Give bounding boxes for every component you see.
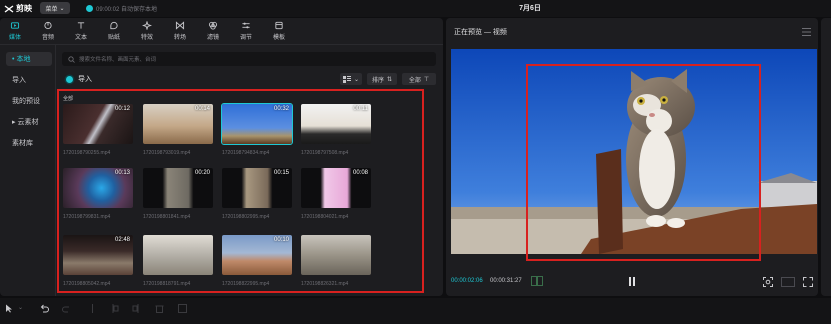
filter-icon: ⊤ [423, 76, 430, 83]
tab-audio[interactable]: 音频 [35, 21, 61, 41]
ratio-icon[interactable] [781, 277, 795, 287]
media-icon [10, 22, 20, 29]
tab-label: 滤镜 [206, 35, 219, 41]
audio-icon [44, 21, 52, 30]
sidebar-item-label: 云素材 [17, 119, 39, 126]
tab-transition[interactable]: 转场 [167, 21, 193, 41]
view-mode-button[interactable]: ⌄ [340, 73, 362, 85]
tab-adjust[interactable]: 调节 [233, 21, 259, 41]
sort-button[interactable]: 排序 ⇅ [367, 73, 397, 85]
tab-label: 贴纸 [107, 35, 120, 41]
grid-view-icon [342, 75, 351, 83]
tab-sticker[interactable]: 贴纸 [101, 21, 127, 41]
save-status-icon [86, 5, 93, 12]
properties-panel [821, 18, 831, 296]
sidebar-item[interactable]: 导入 [6, 73, 52, 87]
search-input[interactable]: 搜索文件名称、画面元素、台词 [62, 52, 436, 66]
divider [55, 45, 56, 296]
sidebar-item[interactable]: 我的预设 [6, 94, 52, 108]
player-title: 正在预览 — 视频 [454, 29, 507, 36]
menu-button[interactable]: 菜单 ⌄ [40, 2, 70, 14]
sidebar-bullet-icon: ▸ [12, 119, 16, 126]
menu-icon[interactable] [802, 28, 811, 36]
capcut-logo-icon [4, 4, 14, 13]
sidebar-bullet-icon: • [12, 55, 15, 63]
menu-label: 菜单 [45, 6, 58, 13]
split-right-icon[interactable] [132, 304, 141, 313]
save-status: 09:00:02 自动保存本地 [86, 3, 157, 14]
save-status-text: 09:00:02 自动保存本地 [96, 7, 158, 13]
media-toolbar: 媒体 音频 文本 贴纸 特效 转场 滤镜 调节 模板 [0, 18, 443, 43]
app-logo: 剪映 [4, 3, 32, 14]
app-name: 剪映 [16, 4, 32, 13]
redo-icon[interactable] [62, 304, 71, 313]
sticker-icon [110, 21, 118, 30]
sidebar-item-label: 本地 [16, 56, 31, 63]
tab-label: 文本 [74, 35, 87, 41]
sort-label: 排序 [371, 77, 384, 84]
delete-icon[interactable] [155, 304, 164, 313]
split-icon[interactable] [88, 304, 97, 313]
tab-template[interactable]: 模板 [266, 21, 292, 41]
sort-icon: ⇅ [386, 76, 393, 83]
tab-effects[interactable]: 特效 [134, 21, 160, 41]
screenshot-icon[interactable] [763, 277, 773, 287]
tab-media[interactable]: 媒体 [2, 21, 28, 41]
template-icon [275, 21, 283, 30]
transition-icon [175, 21, 185, 30]
divider [0, 44, 443, 45]
current-time: 00:00:02:06 [451, 278, 483, 284]
tab-text[interactable]: 文本 [68, 21, 94, 41]
chevron-down-icon[interactable]: ⌄ [18, 304, 27, 313]
play-pause-icon[interactable] [628, 277, 636, 286]
timeline-toolbar [0, 298, 831, 324]
tab-label: 模板 [272, 35, 285, 41]
freeze-frame-icon[interactable] [178, 304, 187, 313]
tab-label: 转场 [173, 35, 186, 41]
effects-icon [142, 21, 152, 30]
filter-label: 全部 [408, 77, 421, 84]
import-button[interactable]: 导入 [66, 73, 92, 85]
sidebar-item[interactable]: ▸ 云素材 [6, 115, 52, 129]
chevron-down-icon: ⌄ [353, 76, 360, 83]
tab-label: 媒体 [8, 35, 21, 41]
highlight-box [57, 89, 424, 293]
search-placeholder: 搜索文件名称、画面元素、台词 [79, 57, 157, 63]
adjust-icon [242, 22, 250, 29]
chevron-down-icon: ⌄ [59, 5, 65, 12]
sidebar-item-label: 素材库 [12, 140, 33, 147]
tab-label: 音频 [41, 35, 54, 41]
text-icon [77, 22, 85, 29]
tab-label: 特效 [140, 35, 153, 41]
sidebar-item-label: 导入 [12, 77, 26, 84]
filter-button[interactable]: 全部 ⊤ [402, 73, 436, 85]
split-left-icon[interactable] [110, 304, 119, 313]
tab-label: 调节 [239, 35, 252, 41]
search-icon [68, 55, 75, 63]
sidebar-item[interactable]: 素材库 [6, 136, 52, 150]
sidebar-item-label: 我的预设 [12, 98, 40, 105]
import-label: 导入 [78, 76, 92, 83]
undo-icon[interactable] [40, 304, 49, 313]
sidebar-item[interactable]: • 本地 [6, 52, 52, 66]
import-icon [66, 75, 73, 83]
timecode-icon[interactable] [531, 276, 543, 286]
highlight-box [526, 64, 761, 261]
filter-icon [208, 21, 218, 30]
total-time: 00:00:31:27 [490, 278, 522, 284]
project-title: 7月6日 [519, 5, 541, 12]
fullscreen-icon[interactable] [803, 277, 813, 287]
cursor-icon[interactable] [5, 304, 14, 313]
tab-filter[interactable]: 滤镜 [200, 21, 226, 41]
